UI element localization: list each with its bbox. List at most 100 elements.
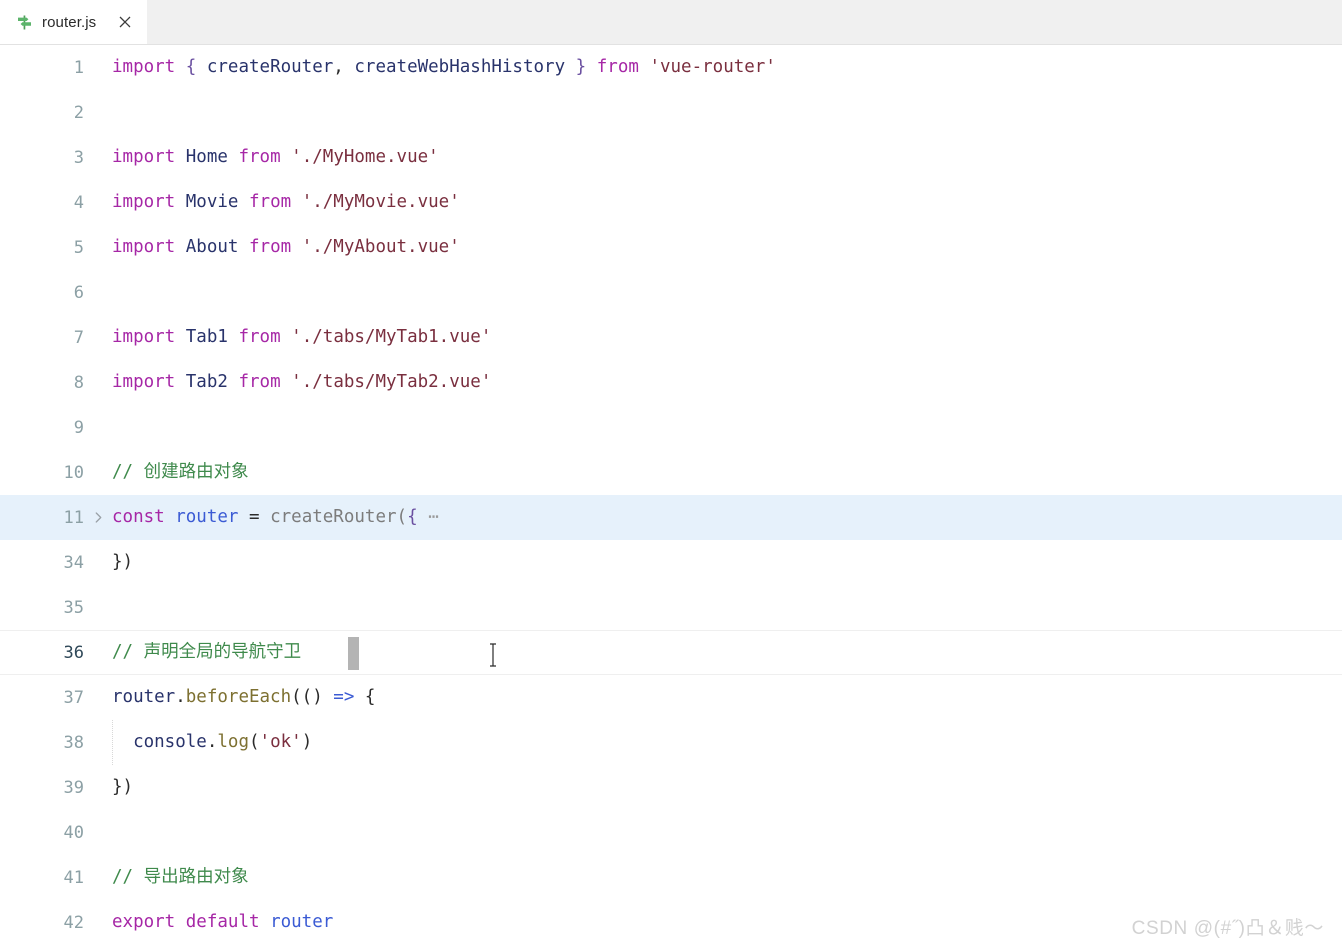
code-text: import Movie from './MyMovie.vue' [112,191,1342,212]
token-keyword: from [249,191,292,212]
code-line[interactable]: 9 [0,405,1342,450]
line-number: 4 [73,192,84,213]
code-line[interactable]: 1 import { createRouter, createWebHashHi… [0,45,1342,90]
token-operator: = [249,506,260,527]
token-comment: // 创建路由对象 [112,461,249,482]
token-string: './MyMovie.vue' [301,191,460,212]
line-number: 37 [63,687,84,708]
tab-router-js[interactable]: router.js [0,0,148,44]
token-keyword: import [112,146,176,167]
token-arrow: => [333,686,355,707]
token-keyword: from [249,236,292,257]
token-dot: . [206,731,218,752]
code-line[interactable]: 4 import Movie from './MyMovie.vue' [0,180,1342,225]
code-line[interactable]: 34 }) [0,540,1342,585]
code-editor[interactable]: 1 import { createRouter, createWebHashHi… [0,45,1342,948]
token-string: './tabs/MyTab2.vue' [291,371,492,392]
line-number: 9 [73,417,84,438]
token-string: './MyAbout.vue' [301,236,460,257]
token-keyword: import [112,236,176,257]
code-text: import About from './MyAbout.vue' [112,236,1342,257]
token-identifier: createWebHashHistory [354,56,566,77]
code-line[interactable]: 10 // 创建路由对象 [0,450,1342,495]
code-text: console.log('ok') [112,731,1342,752]
token-keyword: export [112,911,176,932]
token-keyword: from [238,371,281,392]
code-line-folded[interactable]: 11 const router = createRouter({ ⋯ [0,495,1342,540]
code-text: }) [112,551,1342,572]
token-keyword: from [596,56,639,77]
watermark: CSDN @(#˝)凸＆贱～ [1131,918,1324,939]
line-number-active: 36 [63,642,84,663]
code-line[interactable]: 2 [0,90,1342,135]
token-keyword: import [112,326,176,347]
line-number: 5 [73,237,84,258]
code-text: import Home from './MyHome.vue' [112,146,1342,167]
code-text: import Tab2 from './tabs/MyTab2.vue' [112,371,1342,392]
line-number: 35 [63,597,84,618]
line-number: 40 [63,822,84,843]
token-string: 'ok' [259,731,302,752]
token-brace: } [575,56,587,77]
token-identifier: createRouter [206,56,334,77]
token-keyword: import [112,56,176,77]
code-text: import { createRouter, createWebHashHist… [112,56,1342,77]
token-keyword: import [112,191,176,212]
line-number: 11 [63,507,84,528]
token-method: beforeEach [185,686,292,707]
line-number: 3 [73,147,84,168]
token-brace: { [407,506,418,527]
line-number: 10 [63,462,84,483]
token-method: log [217,731,249,752]
code-line[interactable]: 7 import Tab1 from './tabs/MyTab1.vue' [0,315,1342,360]
code-line[interactable]: 39 }) [0,765,1342,810]
code-line[interactable]: 8 import Tab2 from './tabs/MyTab2.vue' [0,360,1342,405]
token-variable: router [270,911,334,932]
token-string: './MyHome.vue' [291,146,439,167]
code-line-current[interactable]: 36 // 声明全局的导航守卫 [0,630,1342,675]
token-object: console [133,731,207,752]
code-text: // 创建路由对象 [112,461,1342,482]
code-line[interactable]: 37 router.beforeEach(() => { [0,675,1342,720]
code-line[interactable]: 41 // 导出路由对象 [0,855,1342,900]
code-text: const router = createRouter({ ⋯ [112,506,1342,527]
line-number: 7 [73,327,84,348]
token-identifier: About [185,236,239,257]
token-brace: { [364,686,376,707]
router-signpost-icon [16,14,33,31]
token-brace: { [185,56,197,77]
token-keyword: import [112,371,176,392]
code-line[interactable]: 38 console.log('ok') [0,720,1342,765]
code-line[interactable]: 6 [0,270,1342,315]
token-identifier: Tab1 [185,326,228,347]
token-brace: }) [112,776,134,797]
line-number: 41 [63,867,84,888]
token-object: router [112,686,176,707]
close-icon[interactable] [117,14,133,30]
fold-placeholder-ellipsis[interactable]: ⋯ [428,507,439,527]
code-line[interactable]: 40 [0,810,1342,855]
token-call: createRouter( [270,506,408,527]
token-identifier: Movie [185,191,239,212]
code-line[interactable]: 3 import Home from './MyHome.vue' [0,135,1342,180]
token-keyword: const [112,506,165,527]
code-line[interactable]: 35 [0,585,1342,630]
token-string: 'vue-router' [649,56,776,77]
token-variable: router [175,506,239,527]
tab-label: router.js [42,13,97,31]
text-caret [348,637,359,670]
line-number: 1 [73,57,84,78]
token-keyword: from [238,326,281,347]
token-paren: (() [291,686,323,707]
code-text: }) [112,776,1342,797]
token-keyword: default [185,911,260,932]
token-brace: }) [112,551,134,572]
token-string: './tabs/MyTab1.vue' [291,326,492,347]
code-text: import Tab1 from './tabs/MyTab1.vue' [112,326,1342,347]
chevron-right-icon[interactable] [84,510,112,525]
code-text: router.beforeEach(() => { [112,686,1342,707]
token-comment: // 声明全局的导航守卫 [112,641,302,662]
code-line[interactable]: 5 import About from './MyAbout.vue' [0,225,1342,270]
line-number: 2 [73,102,84,123]
token-identifier: Tab2 [185,371,228,392]
